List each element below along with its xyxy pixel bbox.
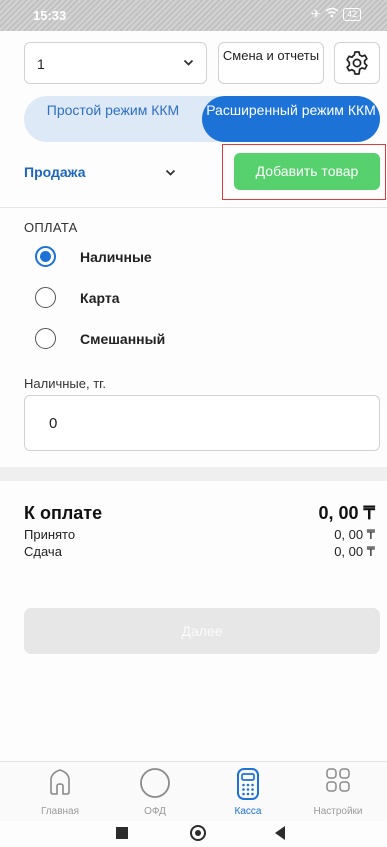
- change-value: 0, 00 ₸: [334, 544, 375, 559]
- payment-option-label: Наличные: [80, 248, 152, 265]
- home-nav-icon[interactable]: [190, 825, 206, 841]
- recents-icon[interactable]: [116, 827, 128, 839]
- received-label: Принято: [24, 527, 76, 542]
- payment-section-title: ОПЛАТА: [24, 220, 78, 235]
- divider: [0, 207, 387, 208]
- payment-option-cash[interactable]: Наличные: [35, 246, 152, 267]
- radio-button-checked[interactable]: [35, 246, 56, 267]
- tab-label: Настройки: [313, 806, 363, 817]
- chevron-down-icon: [183, 59, 194, 66]
- operation-type-value: Продажа: [24, 164, 86, 180]
- cash-register-screen: 1 Смена и отчеты Простой режим ККМ Расши…: [0, 31, 387, 761]
- status-time: 15:33: [33, 8, 67, 23]
- system-nav-bar: [0, 821, 387, 847]
- radio-button[interactable]: [35, 328, 56, 349]
- total-due-value: 0, 00 ₸: [318, 503, 376, 523]
- section-divider: [0, 467, 387, 481]
- received-value: 0, 00 ₸: [334, 527, 375, 542]
- add-item-button[interactable]: Добавить товар: [234, 153, 380, 190]
- gear-icon: [346, 51, 368, 75]
- payment-option-mixed[interactable]: Смешанный: [35, 328, 165, 349]
- cash-amount-value: 0: [49, 415, 58, 432]
- tab-label: Касса: [234, 806, 262, 817]
- chevron-down-icon: [165, 169, 176, 176]
- mode-simple-option[interactable]: Простой режим ККМ: [24, 96, 202, 142]
- grid-icon: [326, 768, 350, 792]
- tab-cashier[interactable]: Касса: [200, 762, 296, 822]
- register-select-value: 1: [37, 56, 45, 72]
- tab-home[interactable]: Главная: [12, 762, 108, 822]
- bottom-tab-bar: Главная ОФД Касса Настройки: [0, 761, 387, 821]
- calculator-icon: [237, 768, 259, 800]
- circle-icon: [140, 768, 170, 798]
- payment-option-label: Карта: [80, 289, 120, 306]
- next-button[interactable]: Далее: [24, 608, 380, 654]
- shift-reports-button[interactable]: Смена и отчеты: [218, 42, 324, 84]
- tab-label: Главная: [40, 806, 80, 817]
- airplane-icon: ✈: [310, 7, 321, 21]
- payment-option-label: Смешанный: [80, 330, 166, 347]
- status-icons: ✈ 42: [311, 7, 361, 21]
- tab-label: ОФД: [144, 806, 166, 817]
- back-icon[interactable]: [275, 826, 285, 840]
- radio-button[interactable]: [35, 287, 56, 308]
- register-select[interactable]: 1: [24, 42, 207, 84]
- status-bar: 15:33 ✈ 42: [0, 0, 387, 31]
- home-icon: [50, 769, 70, 795]
- kkm-mode-toggle: Простой режим ККМ Расширенный режим ККМ: [24, 96, 380, 142]
- total-due-label: К оплате: [24, 503, 103, 523]
- cash-amount-label: Наличные, тг.: [24, 376, 106, 391]
- cash-amount-input[interactable]: 0: [24, 395, 380, 451]
- payment-option-card[interactable]: Карта: [35, 287, 120, 308]
- settings-button[interactable]: [334, 42, 380, 84]
- tab-ofd[interactable]: ОФД: [107, 762, 203, 822]
- battery-icon: 42: [342, 7, 361, 21]
- tab-settings[interactable]: Настройки: [290, 762, 386, 822]
- mode-extended-option[interactable]: Расширенный режим ККМ: [202, 96, 380, 142]
- change-label: Сдача: [24, 544, 62, 559]
- wifi-icon: [325, 7, 339, 21]
- operation-type-select[interactable]: Продажа: [24, 156, 189, 186]
